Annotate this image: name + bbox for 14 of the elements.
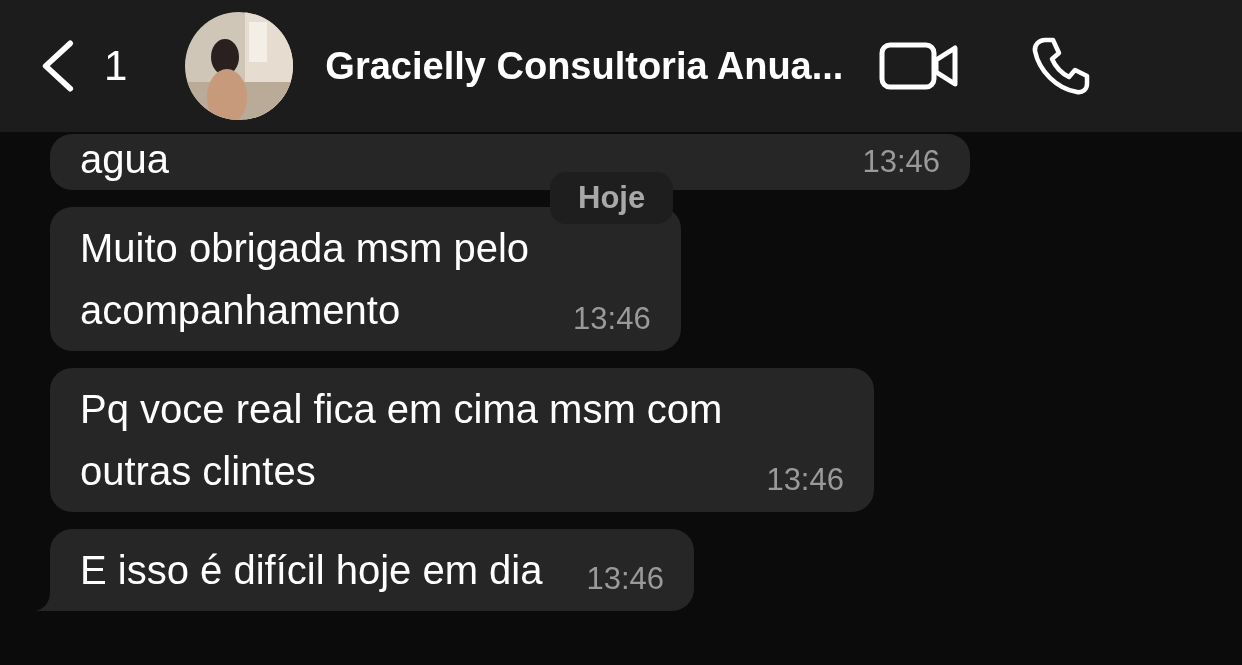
back-icon[interactable] [40, 39, 74, 93]
message-text: agua [80, 136, 169, 183]
date-chip: Hoje [550, 172, 674, 224]
phone-icon[interactable] [1031, 36, 1092, 96]
message-time: 13:46 [586, 561, 665, 598]
message-text: Muito obrigada msm pelo acompanhamento [80, 225, 530, 334]
message-time: 13:46 [862, 144, 940, 181]
unread-count: 1 [104, 42, 128, 90]
message-time: 13:46 [766, 462, 844, 499]
message-text: E isso é difícil hoje em dia [80, 547, 543, 594]
chat-title[interactable]: Gracielly Consultoria Anua... [325, 44, 844, 88]
message-time: 13:46 [573, 301, 651, 338]
message-text: Pq voce real fica em cima msm com outras clintes [80, 386, 723, 495]
video-camera-icon[interactable] [879, 40, 960, 92]
